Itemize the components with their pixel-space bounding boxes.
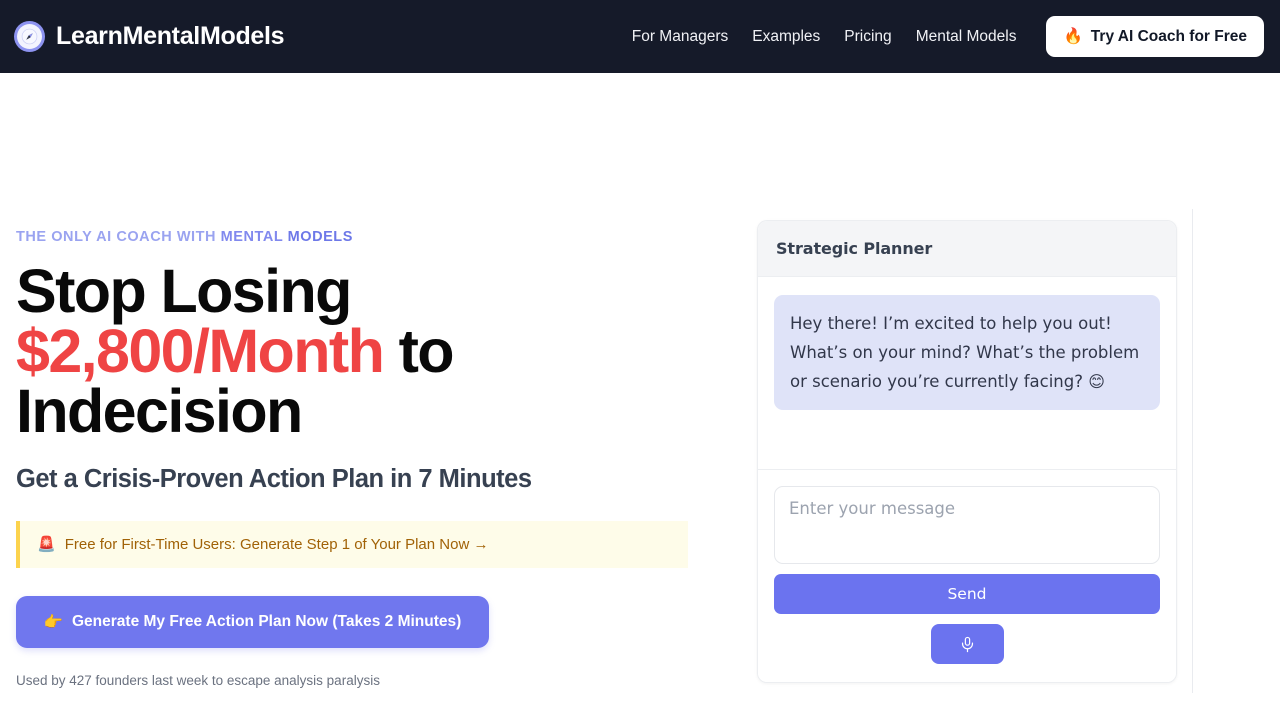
send-button[interactable]: Send [774,574,1160,614]
try-ai-coach-label: Try AI Coach for Free [1090,27,1247,45]
hero-eyebrow: THE ONLY AI COACH WITH MENTAL MODELS [16,229,716,245]
siren-icon: 🚨 [37,536,56,553]
hero-section: THE ONLY AI COACH WITH MENTAL MODELS Sto… [0,73,1280,720]
brand-logo[interactable]: LearnMentalModels [14,21,285,52]
smiling-face-icon: 😊 [1088,372,1105,391]
nav-item-for-managers[interactable]: For Managers [620,28,740,46]
chat-composer: Send [758,470,1176,682]
microphone-icon [961,636,973,652]
generate-action-plan-label: Generate My Free Action Plan Now (Takes … [71,613,462,630]
vertical-divider [1192,209,1193,693]
microphone-button[interactable] [930,624,1004,664]
chat-header: Strategic Planner [758,221,1176,277]
chat-message-list: Hey there! I’m excited to help you out! … [758,277,1176,470]
page-title: Stop Losing $2,800/Month to Indecision [16,261,716,442]
nav-item-pricing[interactable]: Pricing [832,28,903,46]
nav-item-examples[interactable]: Examples [740,28,832,46]
social-proof-text: Used by 427 founders last week to escape… [16,673,380,688]
chat-widget: Strategic Planner Hey there! I’m excited… [757,220,1177,683]
hero-left-column: THE ONLY AI COACH WITH MENTAL MODELS Sto… [16,157,716,688]
try-ai-coach-button[interactable]: 🔥 Try AI Coach for Free [1046,16,1264,57]
compass-icon [14,21,45,52]
headline-line-1: Stop Losing [16,257,352,325]
free-offer-banner[interactable]: 🚨 Free for First-Time Users: Generate St… [16,521,688,568]
nav-item-mental-models[interactable]: Mental Models [904,28,1029,46]
eyebrow-part-3: MODELS [287,229,353,245]
generate-action-plan-button[interactable]: 👉 Generate My Free Action Plan Now (Take… [16,596,489,648]
headline-line-3: Indecision [16,377,303,445]
primary-navigation: For Managers Examples Pricing Mental Mod… [620,16,1264,57]
fire-icon: 🔥 [1063,28,1083,45]
brand-name: LearnMentalModels [56,22,285,50]
headline-amount: $2,800/Month [16,317,385,385]
message-input[interactable] [774,486,1160,564]
free-offer-text: Free for First-Time Users: Generate Step… [64,536,489,553]
chat-message-text: Hey there! I’m excited to help you out! … [790,314,1140,391]
headline-line-2-tail: to [383,317,455,385]
hero-subheadline: Get a Crisis-Proven Action Plan in 7 Min… [16,465,532,493]
pointing-finger-icon: 👉 [43,613,63,631]
chat-title: Strategic Planner [776,239,933,258]
chat-message-assistant: Hey there! I’m excited to help you out! … [774,295,1160,410]
site-header: LearnMentalModels For Managers Examples … [0,0,1280,73]
eyebrow-part-2: MENTAL [220,229,288,245]
eyebrow-part-1: THE ONLY AI COACH WITH [16,229,221,245]
